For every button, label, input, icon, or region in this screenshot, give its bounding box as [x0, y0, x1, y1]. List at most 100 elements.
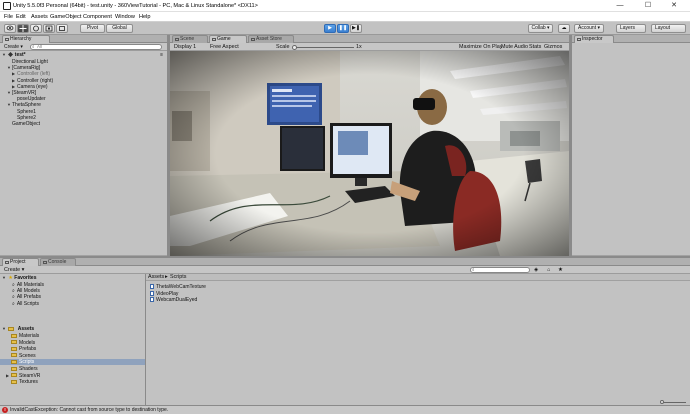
favorite-item[interactable]: ⌕ All Scripts — [12, 301, 39, 307]
hierarchy-item[interactable]: GameObject — [7, 121, 40, 127]
hierarchy-search-input[interactable]: ⌕ All — [30, 44, 162, 50]
gizmos-dropdown[interactable]: Gizmos — [544, 44, 562, 50]
error-icon: ! — [2, 407, 8, 413]
filter-label-icon[interactable]: ⌂ — [547, 267, 550, 273]
menu-edit[interactable]: Edit — [16, 14, 26, 20]
game-view-viewport[interactable] — [170, 51, 569, 256]
tab-project[interactable]: Project — [2, 258, 39, 266]
minimize-button[interactable]: — — [610, 0, 630, 12]
hierarchy-item-label: Sphere1 — [17, 108, 36, 115]
layers-dropdown[interactable]: Layers — [616, 24, 646, 33]
inspector-panel: Inspector — [572, 35, 690, 256]
scale-label: Scale — [276, 44, 290, 50]
console-icon — [43, 261, 47, 264]
close-button[interactable]: ✕ — [664, 0, 684, 12]
menu-help[interactable]: Help — [139, 14, 151, 20]
hierarchy-item[interactable]: ▼[SteamVR] — [7, 90, 36, 96]
scene-row[interactable]: ▼ test* ≡ — [2, 52, 167, 58]
hierarchy-item[interactable]: ▶ Controller (left) — [12, 71, 50, 77]
menu-window[interactable]: Window — [115, 14, 135, 20]
hierarchy-item-label: [CameraRig] — [12, 65, 41, 72]
search-icon: ⌕ — [472, 267, 475, 272]
asset-folder-item[interactable]: Scenes — [0, 353, 145, 359]
saved-search-icon: ⌕ — [12, 300, 15, 307]
hierarchy-item[interactable]: ▼[CameraRig] — [7, 65, 40, 71]
mute-audio-toggle[interactable]: Mute Audio — [501, 44, 528, 50]
hierarchy-item[interactable]: poseUpdater — [12, 96, 46, 102]
move-tool-button[interactable] — [17, 24, 29, 33]
menu-component[interactable]: Component — [83, 14, 112, 20]
hierarchy-item[interactable]: Directional Light — [7, 59, 48, 65]
menu-gameobject[interactable]: GameObject — [50, 14, 81, 20]
maximize-on-play-toggle[interactable]: Maximize On Play — [459, 44, 502, 50]
global-toggle[interactable]: Global — [106, 24, 133, 33]
tab-hierarchy[interactable]: Hierarchy — [2, 35, 50, 43]
scale-slider-thumb[interactable] — [292, 45, 297, 50]
account-dropdown[interactable]: Account ▾ — [574, 24, 604, 33]
scene-menu-icon[interactable]: ≡ — [160, 52, 163, 58]
favorite-item[interactable]: ⌕ All Prefabs — [12, 294, 41, 300]
breadcrumb-scripts[interactable]: Scripts — [170, 274, 186, 280]
favorites-header[interactable]: ▼ ★ Favorites — [2, 275, 37, 281]
layout-dropdown[interactable]: Layout — [651, 24, 686, 33]
tab-game[interactable]: Game — [209, 35, 247, 43]
tab-asset-store[interactable]: Asset Store — [248, 35, 294, 43]
project-create-button[interactable]: Create ▾ — [4, 267, 24, 273]
center-tabbar: Scene Game Asset Store — [170, 35, 569, 43]
hierarchy-item[interactable]: ▶ Camera (eye) — [12, 84, 48, 90]
hierarchy-panel: Hierarchy Create ▾ ⌕ All ▼ test* ≡ Direc… — [0, 35, 167, 255]
hierarchy-item[interactable]: Sphere2 — [12, 115, 36, 121]
maximize-button[interactable]: ☐ — [638, 0, 658, 12]
script-file-item[interactable]: WebcamDualEyed — [150, 297, 197, 303]
favorite-star-icon[interactable]: ★ — [558, 267, 563, 273]
asset-folder-item[interactable]: Materials — [0, 333, 145, 339]
stats-toggle[interactable]: Stats — [529, 44, 541, 50]
asset-folder-item[interactable]: Scripts — [0, 359, 145, 366]
step-button[interactable]: ▶❚ — [350, 24, 362, 33]
asset-folder-item[interactable]: Textures — [0, 379, 145, 385]
fold-arrow-icon: ▼ — [2, 275, 6, 280]
script-file-item[interactable]: ThetaWebCamTexture — [150, 284, 206, 290]
hand-tool-button[interactable] — [4, 24, 16, 33]
play-button[interactable]: ▶ — [324, 24, 336, 33]
pivot-toggle[interactable]: Pivot — [80, 24, 105, 33]
asset-folder-item[interactable]: Prefabs — [0, 346, 145, 352]
aspect-dropdown[interactable]: Free Aspect — [210, 44, 239, 50]
hierarchy-item[interactable]: ▼ThetaSphere — [7, 102, 41, 108]
asset-folder-item[interactable]: Shaders — [0, 366, 145, 372]
display-dropdown[interactable]: Display 1 — [174, 44, 196, 50]
menu-assets[interactable]: Assets — [31, 14, 48, 20]
status-bar[interactable]: ! InvalidCastException: Cannot cast from… — [0, 405, 690, 414]
script-file-label: WebcamDualEyed — [156, 297, 198, 303]
filter-type-icon[interactable]: ◈ — [534, 267, 538, 273]
favorite-item[interactable]: ⌕ All Materials — [12, 282, 44, 288]
asset-folder-item[interactable]: ▶ SteamVR — [0, 373, 145, 379]
folder-icon — [11, 360, 17, 365]
assets-header[interactable]: ▼ Assets — [2, 326, 34, 332]
menu-file[interactable]: File — [4, 14, 13, 20]
inspector-tabbar: Inspector — [572, 35, 690, 43]
rotate-tool-button[interactable] — [30, 24, 42, 33]
breadcrumb-assets[interactable]: Assets — [148, 274, 164, 280]
asset-folder-item[interactable]: Models — [0, 340, 145, 346]
search-icon: ⌕ — [32, 44, 35, 49]
hierarchy-create-button[interactable]: Create ▾ — [4, 44, 23, 50]
project-search-input[interactable]: ⌕ — [470, 267, 530, 273]
icon-size-slider[interactable] — [660, 400, 686, 404]
hierarchy-item[interactable]: ▶ Controller (right) — [12, 78, 53, 84]
icon-size-slider-thumb[interactable] — [660, 400, 664, 404]
favorite-item[interactable]: ⌕ All Models — [12, 288, 40, 294]
cloud-button[interactable]: ☁ — [558, 24, 570, 33]
scale-tool-button[interactable] — [43, 24, 55, 33]
tab-inspector[interactable]: Inspector — [574, 35, 614, 43]
script-file-item[interactable]: VideoPlay — [150, 291, 178, 297]
tab-scene[interactable]: Scene — [172, 35, 208, 43]
rect-tool-button[interactable] — [56, 24, 68, 33]
info-icon — [577, 38, 581, 41]
status-message[interactable]: InvalidCastException: Cannot cast from s… — [10, 407, 168, 413]
hierarchy-item[interactable]: Sphere1 — [12, 109, 36, 115]
pause-button[interactable]: ❚❚ — [337, 24, 349, 33]
scale-slider[interactable] — [292, 45, 354, 50]
tab-console[interactable]: Console — [40, 258, 76, 266]
collab-button[interactable]: Collab ▾ — [528, 24, 553, 33]
